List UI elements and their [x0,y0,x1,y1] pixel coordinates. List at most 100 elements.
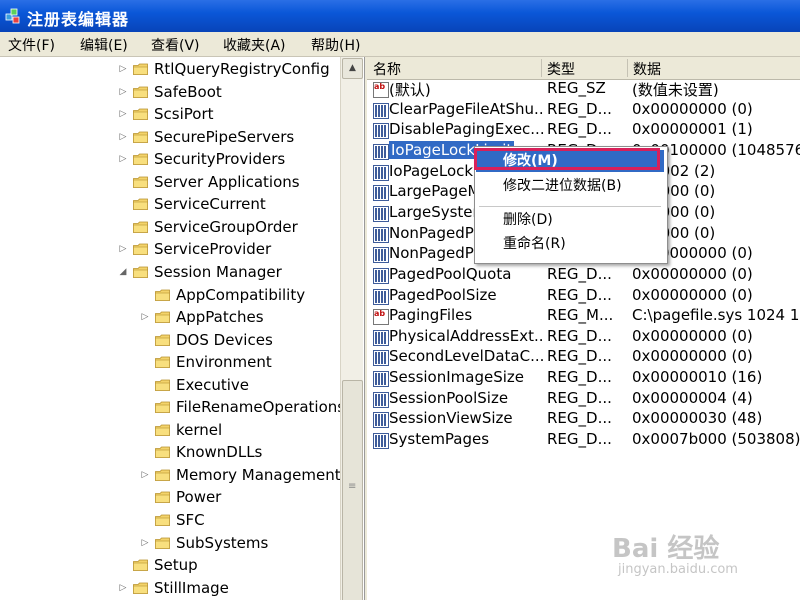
tree-scrollbar[interactable]: ▲ ≡ [340,57,363,600]
folder-icon [133,108,148,120]
tree-item[interactable]: FileRenameOperations [0,396,345,418]
binary-value-icon [373,288,389,305]
expand-arrow-icon[interactable]: ▷ [140,532,150,554]
column-name[interactable]: 名称 [367,59,542,78]
context-menu-modify-binary[interactable]: 修改二进位数据(B) [476,175,664,197]
tree-item[interactable]: ▷ SubSystems [0,532,338,554]
binary-value-icon [373,226,389,243]
folder-icon [155,334,170,346]
expand-arrow-icon[interactable]: ▷ [118,58,128,80]
column-type[interactable]: 类型 [541,59,628,78]
tree-item[interactable]: ▷ AppPatches [0,306,338,328]
value-row[interactable]: ab (默认) REG_SZ (数值未设置) [367,79,800,99]
tree-item-label: Executive [176,375,250,394]
binary-glyph [375,145,387,158]
value-row[interactable]: ClearPageFileAtShu... REG_D... 0x00000000 … [367,100,800,120]
expand-arrow-icon[interactable]: ▷ [118,81,128,103]
value-name-text: DisablePagingExec... [389,120,544,139]
value-row[interactable]: ab PagingFiles REG_M... C:\pagefile.sys 102… [367,306,800,326]
tree-item-label: ServiceCurrent [154,195,266,214]
tree-item[interactable]: ServiceGroupOrder [0,216,338,238]
annotation-highlight-box [474,148,660,170]
value-type: REG_D... [547,264,612,283]
menu-edit[interactable]: 编辑(E) [80,35,128,55]
tree-item[interactable]: ▷ Memory Management [0,464,341,486]
tree-item[interactable]: Environment [0,351,338,373]
registry-editor-icon [5,8,20,24]
expand-arrow-icon[interactable]: ▷ [118,103,128,125]
value-row[interactable]: SessionImageSize REG_D... 0x00000010 (16) [367,368,800,388]
expand-arrow-icon[interactable]: ▷ [140,464,150,486]
tree-item-label: KnownDLLs [176,443,263,462]
binary-value-icon [373,267,389,284]
tree-item-label: kernel [176,420,223,439]
menu-view[interactable]: 查看(V) [151,35,200,55]
value-row[interactable]: SecondLevelDataC... REG_D... 0x00000000 (0… [367,347,800,367]
expand-arrow-icon[interactable]: ▷ [140,306,150,328]
registry-tree[interactable]: ▷ RtlQueryRegistryConfig ▷ SafeBoot ▷ ScsiPor… [0,57,365,600]
tree-item[interactable]: ▷ SafeBoot [0,81,338,103]
folder-icon [155,492,170,504]
value-row[interactable]: SystemPages REG_D... 0x0007b000 (503808) [367,430,800,450]
binary-glyph [375,125,387,138]
value-data: 0x00000000 (0) [632,285,753,304]
tree-item[interactable]: Server Applications [0,171,338,193]
values-list[interactable]: 名称 类型 数据 ab (默认) REG_SZ (数值未设置) ClearPageFil… [367,57,800,600]
value-name: SystemPages [389,430,544,448]
tree-item-label: Session Manager [154,262,282,281]
menu-file[interactable]: 文件(F) [8,35,55,55]
tree-item[interactable]: ▷ SecurityProviders [0,148,338,170]
value-name: SessionImageSize [389,368,544,386]
tree-item[interactable]: ▷ SecurePipeServers [0,126,338,148]
scroll-thumb[interactable]: ≡ [342,380,363,600]
context-menu-rename[interactable]: 重命名(R) [476,233,664,255]
tree-item[interactable]: ▷ ServiceProvider [0,238,338,260]
tree-item[interactable]: ▷ StillImage [0,577,338,599]
tree-item[interactable]: Executive [0,374,338,396]
value-type: REG_D... [547,285,612,304]
tree-item[interactable]: ▷ ScsiPort [0,103,338,125]
tree-item[interactable]: DOS Devices [0,329,338,351]
value-row[interactable]: DisablePagingExec... REG_D... 0x00000001 (… [367,120,800,140]
folder-icon [155,401,170,414]
column-data[interactable]: 数据 [627,59,800,78]
string-glyph: ab [374,82,386,91]
tree-item[interactable]: SFC [0,509,338,531]
value-name: DisablePagingExec... [389,120,544,138]
folder-icon [155,446,170,459]
value-type: REG_SZ [547,79,606,97]
tree-item[interactable]: KnownDLLs [0,441,338,463]
menu-bar: 文件(F) 编辑(E) 查看(V) 收藏夹(A) 帮助(H) [0,32,800,57]
binary-glyph [375,352,387,365]
value-row[interactable]: SessionPoolSize REG_D... 0x00000004 (4) [367,389,800,409]
scroll-up-button[interactable]: ▲ [342,58,363,79]
value-type: REG_D... [547,120,612,139]
value-type: REG_D... [547,326,612,345]
tree-item[interactable]: AppCompatibility [0,284,338,306]
expand-arrow-icon[interactable]: ▷ [118,126,128,148]
collapse-arrow-icon[interactable]: ◢ [118,261,128,283]
tree-item-label: ServiceGroupOrder [154,217,298,236]
value-type: REG_D... [547,368,612,387]
expand-arrow-icon[interactable]: ▷ [118,238,128,260]
expand-arrow-icon[interactable]: ▷ [118,148,128,170]
tree-item-label: Setup [154,556,198,575]
menu-favorites[interactable]: 收藏夹(A) [223,35,286,55]
binary-value-icon [373,433,389,450]
tree-item[interactable]: ServiceCurrent [0,193,338,215]
binary-glyph [375,207,387,220]
context-menu-delete[interactable]: 删除(D) [476,209,664,231]
tree-item[interactable]: Power [0,486,338,508]
value-row[interactable]: PagedPoolQuota REG_D... 0x00000000 (0) [367,265,800,285]
value-row[interactable]: PagedPoolSize REG_D... 0x00000000 (0) [367,286,800,306]
scroll-grip-icon: ≡ [348,481,357,492]
tree-item[interactable]: ◢ Session Manager [0,261,338,283]
tree-item[interactable]: kernel [0,419,338,441]
value-row[interactable]: SessionViewSize REG_D... 0x00000030 (48) [367,409,800,429]
binary-glyph [375,187,387,200]
tree-item[interactable]: Setup [0,554,338,576]
menu-help[interactable]: 帮助(H) [311,35,360,55]
expand-arrow-icon[interactable]: ▷ [118,577,128,599]
value-row[interactable]: PhysicalAddressExt... REG_D... 0x00000000 … [367,327,800,347]
tree-item[interactable]: ▷ RtlQueryRegistryConfig [0,58,338,80]
